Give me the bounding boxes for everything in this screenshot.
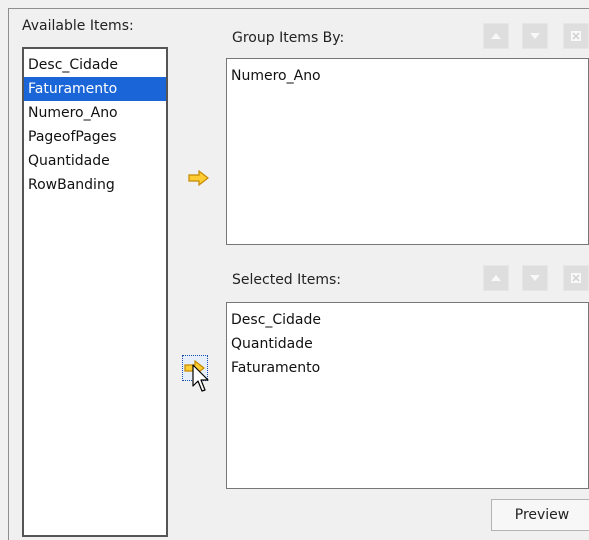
list-item[interactable]: Desc_Cidade: [24, 53, 166, 77]
group-items-list[interactable]: Numero_Ano: [226, 58, 589, 245]
list-item[interactable]: Numero_Ano: [227, 64, 588, 88]
list-item[interactable]: Numero_Ano: [24, 101, 166, 125]
triangle-up-icon: [491, 33, 501, 39]
triangle-down-icon: [530, 33, 540, 39]
group-items-container: Numero_Ano: [227, 59, 588, 88]
list-item[interactable]: RowBanding: [24, 173, 166, 197]
remove-icon: [571, 273, 581, 283]
list-item[interactable]: Desc_Cidade: [227, 308, 588, 332]
list-item[interactable]: Faturamento: [227, 356, 588, 380]
selected-move-down-button[interactable]: [522, 265, 548, 291]
list-item[interactable]: Quantidade: [227, 332, 588, 356]
selected-remove-button[interactable]: [563, 265, 589, 291]
remove-icon: [571, 31, 581, 41]
available-items-label: Available Items:: [22, 18, 134, 34]
selected-move-up-button[interactable]: [483, 265, 509, 291]
triangle-down-icon: [530, 275, 540, 281]
selected-items-label: Selected Items:: [232, 272, 342, 288]
right-arrow-icon: [188, 170, 209, 186]
add-to-group-button[interactable]: [186, 165, 212, 191]
group-remove-button[interactable]: [563, 23, 589, 49]
group-move-up-button[interactable]: [483, 23, 509, 49]
triangle-up-icon: [491, 275, 501, 281]
list-item[interactable]: PageofPages: [24, 125, 166, 149]
available-items-container: Desc_Cidade Faturamento Numero_Ano Pageo…: [24, 49, 166, 197]
group-move-down-button[interactable]: [522, 23, 548, 49]
list-item-selected[interactable]: Faturamento: [24, 77, 166, 101]
pointer-cursor-icon: [192, 364, 210, 398]
list-item[interactable]: Quantidade: [24, 149, 166, 173]
available-items-list[interactable]: Desc_Cidade Faturamento Numero_Ano Pageo…: [22, 47, 168, 537]
preview-button[interactable]: Preview: [491, 499, 589, 531]
group-items-by-label: Group Items By:: [232, 30, 345, 46]
selected-items-container: Desc_Cidade Quantidade Faturamento: [227, 303, 588, 380]
selected-items-list[interactable]: Desc_Cidade Quantidade Faturamento: [226, 302, 589, 489]
